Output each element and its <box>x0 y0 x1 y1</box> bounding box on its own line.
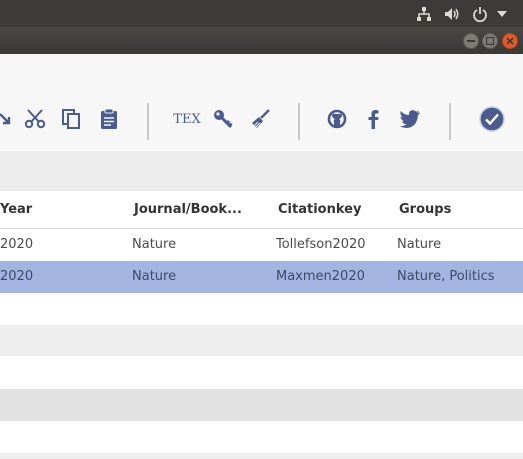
cell-journal: Nature <box>132 269 177 284</box>
system-top-panel <box>0 0 523 27</box>
network-icon[interactable] <box>414 4 434 23</box>
empty-row <box>0 325 523 356</box>
cell-year: 2020 <box>0 269 34 284</box>
table-header: Year Journal/Book... Citationkey Groups <box>0 191 523 229</box>
search-band <box>0 151 523 191</box>
minimize-button[interactable] <box>463 33 479 49</box>
broom-icon[interactable] <box>247 106 273 132</box>
import-arrow-icon[interactable] <box>0 106 20 132</box>
check-circle-icon[interactable] <box>479 106 505 132</box>
empty-row <box>0 293 523 325</box>
dropdown-arrow-icon[interactable] <box>495 4 509 23</box>
maximize-icon <box>486 37 494 45</box>
facebook-icon[interactable] <box>360 106 386 132</box>
empty-row <box>0 421 523 453</box>
github-icon[interactable] <box>324 106 350 132</box>
toolbar-separator <box>147 103 149 140</box>
cell-year: 2020 <box>0 237 34 252</box>
cell-journal: Nature <box>132 237 177 252</box>
scissors-icon[interactable] <box>22 106 48 132</box>
toolbar-separator <box>449 103 451 140</box>
column-header-year[interactable]: Year <box>0 202 32 217</box>
key-icon[interactable] <box>210 106 236 132</box>
cell-citationkey: Tollefson2020 <box>276 237 366 252</box>
empty-row <box>0 356 523 389</box>
cell-groups: Nature, Politics <box>397 269 495 284</box>
power-icon[interactable] <box>470 4 490 23</box>
minimize-icon <box>467 40 475 42</box>
table-row[interactable]: 2020 Nature Tollefson2020 Nature <box>0 229 523 261</box>
maximize-button[interactable] <box>482 33 498 49</box>
close-button[interactable] <box>502 33 518 49</box>
empty-row <box>0 389 523 421</box>
cell-citationkey: Maxmen2020 <box>276 269 365 284</box>
main-toolbar <box>0 54 523 151</box>
column-header-groups[interactable]: Groups <box>399 202 451 217</box>
column-header-journal[interactable]: Journal/Book... <box>134 202 242 217</box>
twitter-icon[interactable] <box>397 106 423 132</box>
volume-icon[interactable] <box>442 4 462 23</box>
empty-row <box>0 453 523 459</box>
clipboard-icon[interactable] <box>96 106 122 132</box>
toolbar-separator <box>298 103 300 140</box>
table-row-selected[interactable]: 2020 Nature Maxmen2020 Nature, Politics <box>0 261 523 293</box>
tex-icon[interactable]: TEX <box>172 106 202 132</box>
app-window: TEX Year Journal/Book... Citationkey Gro… <box>0 0 523 459</box>
close-icon <box>506 37 514 45</box>
copy-icon[interactable] <box>58 106 84 132</box>
cell-groups: Nature <box>397 237 442 252</box>
column-header-citationkey[interactable]: Citationkey <box>278 202 361 217</box>
window-titlebar <box>0 27 523 54</box>
